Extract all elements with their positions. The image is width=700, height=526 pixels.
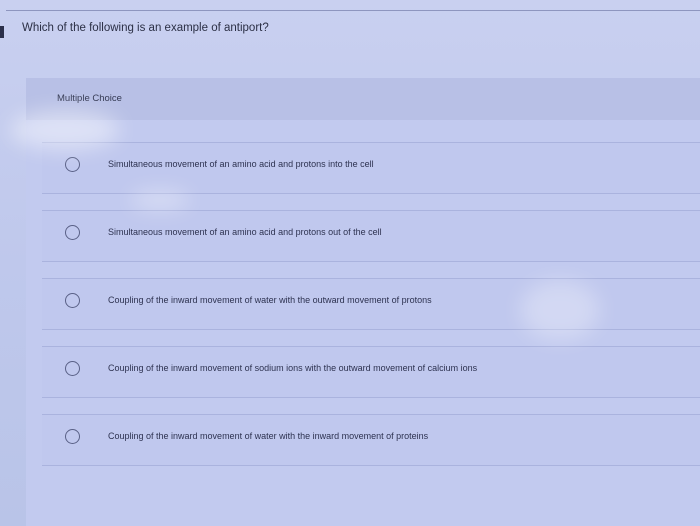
top-divider [6, 10, 700, 11]
radio-button-icon[interactable] [65, 361, 80, 376]
answer-option-label: Coupling of the inward movement of water… [108, 431, 429, 441]
answer-option-label: Simultaneous movement of an amino acid a… [108, 227, 382, 237]
answer-option-5[interactable]: Coupling of the inward movement of water… [42, 414, 700, 466]
answer-option-label: Coupling of the inward movement of sodiu… [108, 363, 478, 373]
answer-option-4[interactable]: Coupling of the inward movement of sodiu… [42, 346, 700, 398]
answer-option-label: Simultaneous movement of an amino acid a… [108, 159, 374, 169]
question-text: Which of the following is an example of … [22, 22, 269, 34]
answer-panel-header: Multiple Choice [26, 78, 700, 120]
answer-option-label: Coupling of the inward movement of water… [108, 295, 432, 305]
answer-option-1[interactable]: Simultaneous movement of an amino acid a… [42, 142, 700, 194]
answer-option-2[interactable]: Simultaneous movement of an amino acid a… [42, 210, 700, 262]
radio-button-icon[interactable] [65, 157, 80, 172]
radio-button-icon[interactable] [65, 225, 80, 240]
answer-panel: Multiple Choice Simultaneous movement of… [26, 78, 700, 526]
question-type-label: Multiple Choice [57, 93, 122, 104]
question-marker [0, 26, 4, 38]
quiz-page: Which of the following is an example of … [0, 0, 700, 526]
answer-option-3[interactable]: Coupling of the inward movement of water… [42, 278, 700, 330]
radio-button-icon[interactable] [65, 293, 80, 308]
radio-button-icon[interactable] [65, 429, 80, 444]
